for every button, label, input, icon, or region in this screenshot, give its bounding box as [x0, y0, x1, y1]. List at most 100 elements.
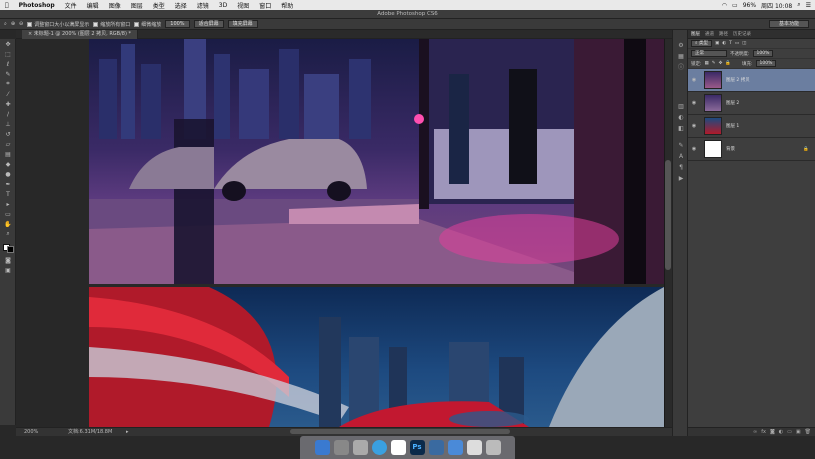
zoom-all-checkbox[interactable]: 缩放所有窗口	[93, 21, 130, 28]
new-group-icon[interactable]: ▭	[787, 429, 792, 435]
workspace-switcher[interactable]: 基本功能	[769, 20, 809, 28]
layer-row[interactable]: ◉ 图层 2 拷贝	[688, 69, 815, 92]
layer-name[interactable]: 图层 2	[726, 100, 739, 106]
blend-mode-select[interactable]: 正常	[691, 50, 727, 57]
filter-type-icon[interactable]: T	[729, 41, 732, 46]
character-panel-icon[interactable]: A	[673, 151, 689, 162]
color-swatches-icon[interactable]	[0, 239, 16, 255]
menu-view[interactable]: 视图	[232, 1, 254, 10]
menu-image[interactable]: 图像	[104, 1, 126, 10]
zoom-tool-icon[interactable]: ⌕	[0, 229, 16, 239]
stamp-tool-icon[interactable]: ⊥	[0, 119, 16, 129]
quick-mask-icon[interactable]: ◙	[0, 255, 16, 265]
zoom-level[interactable]: 200%	[24, 428, 38, 436]
layer-row[interactable]: ◉ 背景 🔒	[688, 138, 815, 161]
apple-menu-icon[interactable]: 	[0, 2, 14, 9]
scrubby-zoom-checkbox[interactable]: 细微缩放	[134, 21, 161, 28]
filter-smart-icon[interactable]: ◫	[742, 41, 746, 46]
quick-select-tool-icon[interactable]: ✎	[0, 69, 16, 79]
lock-pixels-icon[interactable]: ▦	[705, 61, 709, 66]
menu-window[interactable]: 窗口	[254, 1, 276, 10]
move-tool-icon[interactable]: ✥	[0, 39, 16, 49]
document-tab[interactable]: × 未标题-1 @ 200% (图层 2 拷贝, RGB/8) *	[22, 30, 139, 39]
photoshop-icon[interactable]: Ps	[409, 440, 425, 455]
layer-row[interactable]: ◉ 图层 1	[688, 115, 815, 138]
tab-paths[interactable]: 路径	[719, 31, 728, 37]
type-tool-icon[interactable]: T	[0, 189, 16, 199]
zoom-in-icon[interactable]: ⊕	[11, 21, 15, 27]
lasso-tool-icon[interactable]: ℓ	[0, 59, 16, 69]
brush-tool-icon[interactable]: ∕	[0, 109, 16, 119]
app-menu[interactable]: Photoshop	[14, 2, 60, 9]
adjustment-layer-icon[interactable]: ◐	[779, 429, 783, 435]
fill-input[interactable]: 100%	[755, 60, 777, 67]
healing-tool-icon[interactable]: ✚	[0, 99, 16, 109]
doc-size[interactable]: 文档:6.31M/18.8M	[68, 428, 112, 436]
pen-tool-icon[interactable]: ✒	[0, 179, 16, 189]
fit-screen-button[interactable]: 适合屏幕	[193, 20, 224, 28]
tab-channels[interactable]: 通道	[705, 31, 714, 37]
link-layers-icon[interactable]: ∞	[753, 429, 757, 435]
finder-icon[interactable]	[314, 440, 330, 455]
adjustments-panel-icon[interactable]: ◐	[673, 112, 689, 123]
filter-pixel-icon[interactable]: ▣	[715, 41, 719, 46]
actions-panel-icon[interactable]: ▶	[673, 173, 689, 184]
system-preferences-icon[interactable]	[352, 440, 368, 455]
trash-icon[interactable]: 🗑	[805, 429, 811, 435]
brush-panel-icon[interactable]: ✎	[673, 140, 689, 151]
tab-layers[interactable]: 图层	[691, 31, 700, 37]
menu-layer[interactable]: 图层	[126, 1, 148, 10]
swatches-panel-icon[interactable]: ▥	[673, 101, 689, 112]
lock-paint-icon[interactable]: ✎	[712, 61, 716, 66]
styles-panel-icon[interactable]: ◧	[673, 123, 689, 134]
tab-history[interactable]: 历史记录	[733, 31, 751, 37]
layer-row[interactable]: ◉ 图层 2	[688, 92, 815, 115]
zoom-tool-icon[interactable]: ⌕	[4, 21, 7, 27]
launchpad-icon[interactable]	[333, 440, 349, 455]
crop-tool-icon[interactable]: ⌗	[0, 79, 16, 89]
menu-help[interactable]: 帮助	[276, 1, 298, 10]
qq-icon[interactable]	[390, 440, 406, 455]
photo-bottom[interactable]	[89, 287, 664, 427]
history-brush-icon[interactable]: ↺	[0, 129, 16, 139]
notification-icon[interactable]: ☰	[806, 2, 811, 9]
blur-tool-icon[interactable]: ◆	[0, 159, 16, 169]
hand-tool-icon[interactable]: ✋	[0, 219, 16, 229]
close-icon[interactable]: ×	[28, 31, 32, 37]
preview-icon[interactable]	[466, 440, 482, 455]
eye-icon[interactable]: ◉	[688, 146, 700, 152]
fill-screen-button[interactable]: 填充屏幕	[227, 20, 258, 28]
menu-type[interactable]: 类型	[148, 1, 170, 10]
screen-mode-icon[interactable]: ▣	[0, 265, 16, 275]
app-icon[interactable]	[428, 440, 444, 455]
horizontal-scroll-thumb[interactable]	[290, 429, 510, 434]
eye-icon[interactable]: ◉	[688, 123, 700, 129]
lock-move-icon[interactable]: ✥	[719, 61, 723, 66]
actual-pixels-button[interactable]: 100%	[165, 20, 190, 28]
vertical-scroll-thumb[interactable]	[665, 160, 671, 270]
add-mask-icon[interactable]: ◙	[770, 429, 775, 435]
paragraph-panel-icon[interactable]: ¶	[673, 162, 689, 173]
safari-icon[interactable]	[371, 440, 387, 455]
folder-icon[interactable]	[447, 440, 463, 455]
info-panel-icon[interactable]: ⓘ	[673, 62, 689, 73]
marquee-tool-icon[interactable]: ⬚	[0, 49, 16, 59]
shape-tool-icon[interactable]: ▭	[0, 209, 16, 219]
eye-icon[interactable]: ◉	[688, 100, 700, 106]
eye-icon[interactable]: ◉	[688, 77, 700, 83]
filter-adjust-icon[interactable]: ◐	[722, 41, 726, 46]
menu-select[interactable]: 选择	[170, 1, 192, 10]
resize-windows-checkbox[interactable]: 调整窗口大小以满屏显示	[27, 21, 89, 28]
path-select-icon[interactable]: ▸	[0, 199, 16, 209]
filter-kind-select[interactable]: ⌕ 类型	[691, 40, 712, 47]
zoom-out-icon[interactable]: ⊖	[19, 21, 23, 27]
spotlight-icon[interactable]: ⌕	[797, 1, 800, 9]
opacity-input[interactable]: 100%	[752, 50, 774, 57]
menu-edit[interactable]: 编辑	[82, 1, 104, 10]
eraser-tool-icon[interactable]: ▱	[0, 139, 16, 149]
layer-name[interactable]: 图层 2 拷贝	[726, 77, 750, 83]
battery-icon[interactable]: ▭	[732, 2, 738, 9]
menu-file[interactable]: 文件	[60, 1, 82, 10]
menu-3d[interactable]: 3D	[214, 2, 232, 9]
filter-shape-icon[interactable]: ▭	[735, 41, 739, 46]
